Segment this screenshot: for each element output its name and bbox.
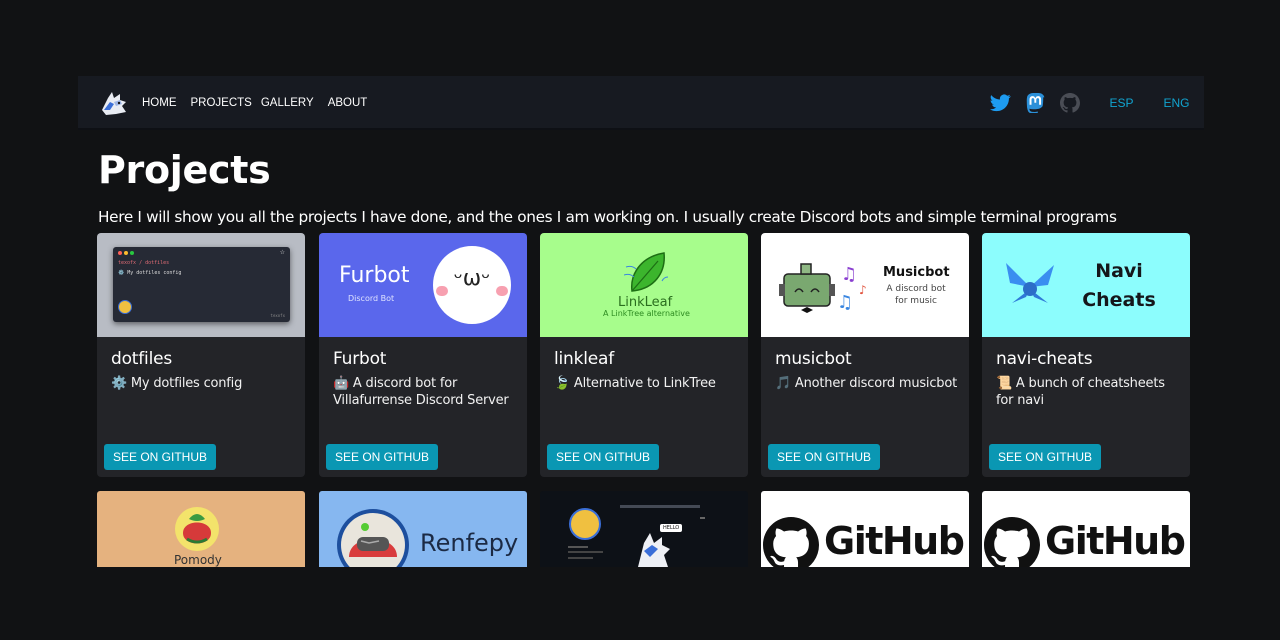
robot-music-icon: ♫ ♫ ♪: [779, 263, 867, 313]
project-thumbnail: Navi Cheats: [982, 233, 1190, 337]
project-thumbnail-github-2[interactable]: GitHub: [982, 491, 1190, 567]
thumb-sub-text: A LinkTree alternative: [603, 309, 690, 318]
project-description: 🤖 A discord bot for Villafurrense Discor…: [333, 376, 509, 408]
see-on-github-button[interactable]: SEE ON GITHUB: [326, 444, 439, 470]
thumb-title-text: Musicbot: [883, 265, 950, 280]
lang-eng-link[interactable]: ENG: [1149, 96, 1204, 110]
project-thumbnail-github-1[interactable]: GitHub: [761, 491, 969, 567]
project-name: navi-cheats: [996, 349, 1093, 369]
furbot-face-icon: ᵕωᵕ: [433, 246, 511, 324]
project-description: 🍃 Alternative to LinkTree: [554, 376, 716, 391]
github-octocat-icon: [984, 517, 1040, 567]
mastodon-icon[interactable]: [1024, 92, 1046, 114]
project-card-musicbot: ♫ ♫ ♪ Musicbot A discord bot for music m…: [761, 233, 969, 477]
thumb-title-text: Furbot: [339, 263, 410, 288]
github-wordmark: GitHub: [1045, 519, 1186, 563]
project-thumbnail-renfepy[interactable]: Renfepy: [319, 491, 527, 567]
svg-text:♪: ♪: [859, 283, 867, 297]
project-name: musicbot: [775, 349, 852, 369]
twitter-icon[interactable]: [989, 92, 1011, 114]
project-card-navi-cheats: Navi Cheats navi-cheats 📜 A bunch of che…: [982, 233, 1190, 477]
project-name: Furbot: [333, 349, 387, 369]
nav-about-link[interactable]: ABOUT: [328, 97, 368, 109]
lang-esp-link[interactable]: ESP: [1094, 96, 1149, 110]
thumb-footer-text: texofx: [270, 313, 285, 318]
nav-projects-link[interactable]: PROJECTS: [191, 97, 252, 109]
renfepy-train-icon: [337, 509, 409, 567]
project-thumbnail-pomody[interactable]: Pomody: [97, 491, 305, 567]
page-subtitle: Here I will show you all the projects I …: [98, 208, 1117, 226]
navbar: HOME PROJECTS GALLERY ABOUT ESP ENG: [78, 76, 1204, 130]
project-card-furbot: Furbot Discord Bot ᵕωᵕ Furbot 🤖 A discor…: [319, 233, 527, 477]
project-name: dotfiles: [111, 349, 173, 369]
nav-gallery-link[interactable]: GALLERY: [261, 97, 314, 109]
thumb-title-text: Navi Cheats: [1082, 260, 1156, 311]
github-wordmark: GitHub: [824, 519, 965, 563]
project-description: 🎵 Another discord musicbot: [775, 376, 957, 391]
mascot-hello-icon: [638, 533, 670, 567]
see-on-github-button[interactable]: SEE ON GITHUB: [547, 444, 660, 470]
project-name: linkleaf: [554, 349, 615, 369]
nav-right: ESP ENG: [989, 76, 1204, 130]
thumb-path-text: texofx / dotfiles: [118, 260, 170, 266]
github-octocat-icon: [763, 517, 819, 567]
project-description: ⚙️ My dotfiles config: [111, 376, 243, 391]
project-thumbnail-profile[interactable]: HELLO: [540, 491, 748, 567]
nav-home-link[interactable]: HOME: [142, 97, 177, 109]
pomody-label: Pomody: [174, 553, 222, 567]
project-card-linkleaf: LinkLeaf A LinkTree alternative linkleaf…: [540, 233, 748, 477]
renfepy-label: Renfepy: [420, 529, 519, 557]
nav-links: HOME PROJECTS GALLERY ABOUT: [142, 76, 381, 130]
project-thumbnail: LinkLeaf A LinkTree alternative: [540, 233, 748, 337]
thumb-sub-text: A discord bot for music: [886, 284, 946, 306]
project-thumbnail: Furbot Discord Bot ᵕωᵕ: [319, 233, 527, 337]
svg-text:♫: ♫: [837, 292, 853, 313]
see-on-github-button[interactable]: SEE ON GITHUB: [989, 444, 1102, 470]
svg-text:♫: ♫: [841, 264, 857, 285]
site-logo-icon[interactable]: [98, 88, 130, 118]
pomody-tomato-icon: [175, 507, 219, 551]
page-title: Projects: [98, 148, 271, 192]
see-on-github-button[interactable]: SEE ON GITHUB: [104, 444, 217, 470]
hello-bubble: HELLO: [660, 524, 683, 532]
navi-fairy-icon: [1006, 263, 1054, 303]
project-thumbnail: ♫ ♫ ♪ Musicbot A discord bot for music: [761, 233, 969, 337]
github-icon[interactable]: [1059, 92, 1081, 114]
project-thumbnail: ☆ texofx / dotfiles ⚙️ My dotfiles confi…: [97, 233, 305, 337]
thumb-desc-text: ⚙️ My dotfiles config: [118, 270, 182, 276]
project-description: 📜 A bunch of cheatsheets for navi: [996, 376, 1165, 408]
see-on-github-button[interactable]: SEE ON GITHUB: [768, 444, 881, 470]
project-card-dotfiles: ☆ texofx / dotfiles ⚙️ My dotfiles confi…: [97, 233, 305, 477]
thumb-sub-text: Discord Bot: [348, 294, 395, 303]
thumb-title-text: LinkLeaf: [618, 295, 673, 310]
leaf-icon: [624, 252, 669, 292]
face-text: ᵕωᵕ: [453, 266, 491, 291]
